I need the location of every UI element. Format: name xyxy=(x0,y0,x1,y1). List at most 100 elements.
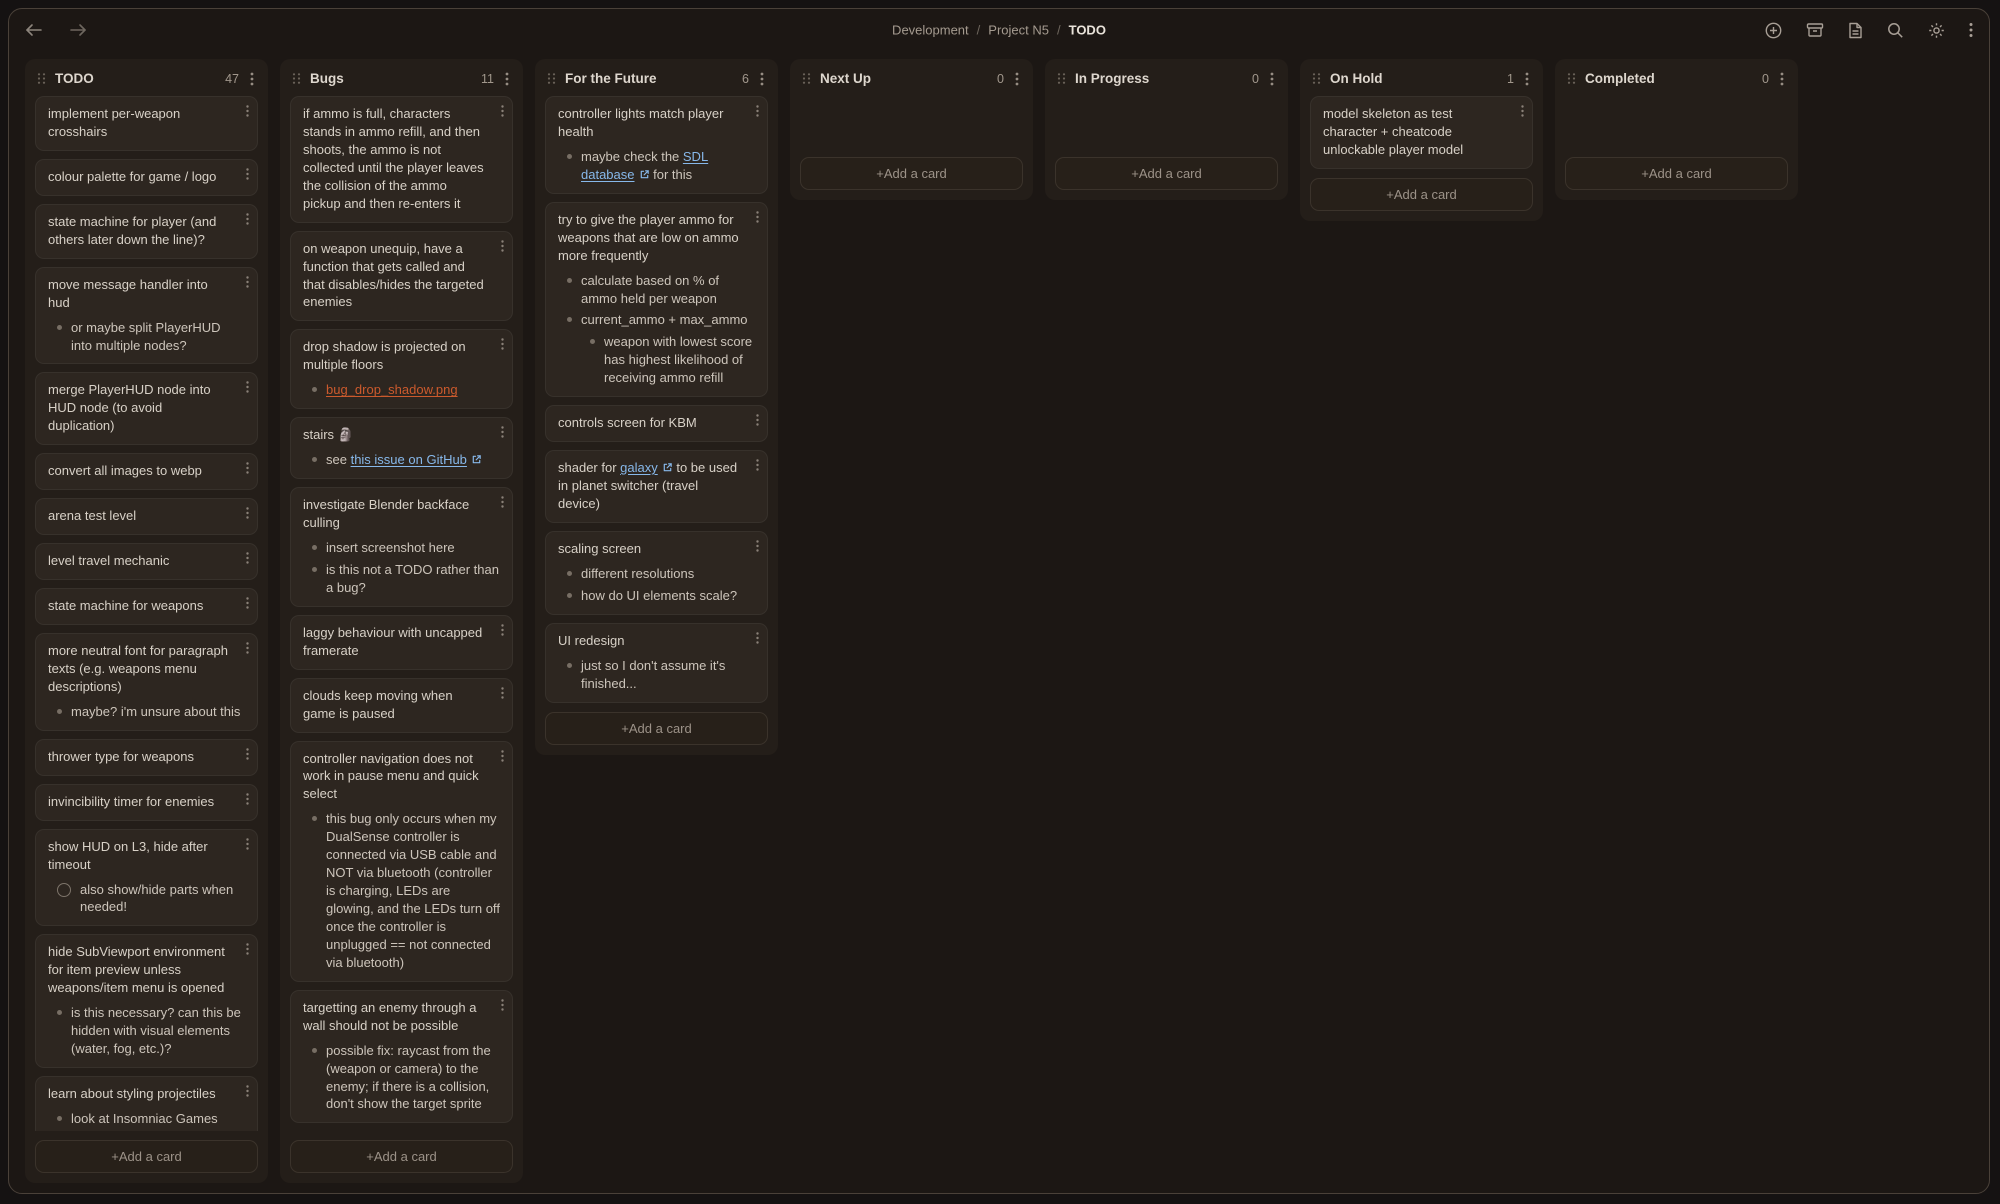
card-menu-kebab-icon[interactable] xyxy=(244,1085,251,1097)
more-options-kebab-icon[interactable] xyxy=(1969,22,1973,38)
card-menu-kebab-icon[interactable] xyxy=(499,426,506,438)
drag-handle-icon[interactable] xyxy=(292,72,301,85)
add-card-button[interactable]: +Add a card xyxy=(1565,157,1788,190)
drag-handle-icon[interactable] xyxy=(802,72,811,85)
add-card-button[interactable]: +Add a card xyxy=(545,712,768,745)
column-menu-kebab-icon[interactable] xyxy=(1013,72,1021,86)
kanban-card[interactable]: stairs 🗿see this issue on GitHub xyxy=(290,417,513,479)
column-menu-kebab-icon[interactable] xyxy=(1523,72,1531,86)
archive-icon[interactable] xyxy=(1806,22,1824,38)
bullet-text: look at Insomniac Games museum, particle… xyxy=(71,1110,245,1131)
breadcrumb-item[interactable]: Development xyxy=(892,23,969,38)
kanban-card[interactable]: state machine for player (and others lat… xyxy=(35,204,258,259)
column-menu-kebab-icon[interactable] xyxy=(1778,72,1786,86)
drag-handle-icon[interactable] xyxy=(37,72,46,85)
kanban-card[interactable]: targetting an enemy through a wall shoul… xyxy=(290,990,513,1124)
kanban-card[interactable]: shader for galaxy to be used in planet s… xyxy=(545,450,768,523)
forward-arrow-icon[interactable] xyxy=(69,23,87,37)
kanban-card[interactable]: more neutral font for paragraph texts (e… xyxy=(35,633,258,731)
text-segment: if ammo is full, characters stands in am… xyxy=(303,106,484,211)
column-menu-kebab-icon[interactable] xyxy=(1268,72,1276,86)
kanban-card[interactable]: colour palette for game / logo xyxy=(35,159,258,196)
card-menu-kebab-icon[interactable] xyxy=(244,462,251,474)
card-menu-kebab-icon[interactable] xyxy=(754,414,761,426)
add-plus-icon[interactable] xyxy=(1765,22,1782,39)
card-menu-kebab-icon[interactable] xyxy=(499,750,506,762)
card-menu-kebab-icon[interactable] xyxy=(244,642,251,654)
settings-gear-icon[interactable] xyxy=(1928,22,1945,39)
breadcrumb-item[interactable]: Project N5 xyxy=(988,23,1049,38)
kanban-card[interactable]: show HUD on L3, hide after timeoutalso s… xyxy=(35,829,258,927)
document-icon[interactable] xyxy=(1848,22,1863,39)
drag-handle-icon[interactable] xyxy=(1312,72,1321,85)
kanban-card[interactable]: clouds keep moving when game is paused xyxy=(290,678,513,733)
kanban-card[interactable]: level travel mechanic xyxy=(35,543,258,580)
kanban-card[interactable]: try to give the player ammo for weapons … xyxy=(545,202,768,397)
kanban-card[interactable]: model skeleton as test character + cheat… xyxy=(1310,96,1533,169)
card-menu-kebab-icon[interactable] xyxy=(244,105,251,117)
bullet-text: insert screenshot here xyxy=(326,539,500,557)
card-menu-kebab-icon[interactable] xyxy=(499,105,506,117)
card-menu-kebab-icon[interactable] xyxy=(754,459,761,471)
card-menu-kebab-icon[interactable] xyxy=(244,276,251,288)
card-menu-kebab-icon[interactable] xyxy=(244,213,251,225)
card-menu-kebab-icon[interactable] xyxy=(244,507,251,519)
card-menu-kebab-icon[interactable] xyxy=(499,338,506,350)
kanban-card[interactable]: drop shadow is projected on multiple flo… xyxy=(290,329,513,409)
card-menu-kebab-icon[interactable] xyxy=(754,105,761,117)
kanban-card[interactable]: hide SubViewport environment for item pr… xyxy=(35,934,258,1068)
column-menu-kebab-icon[interactable] xyxy=(248,72,256,86)
drag-handle-icon[interactable] xyxy=(547,72,556,85)
checkbox-circle-icon[interactable] xyxy=(57,883,71,897)
kanban-card[interactable]: invincibility timer for enemies xyxy=(35,784,258,821)
kanban-card[interactable]: state machine for weapons xyxy=(35,588,258,625)
card-menu-kebab-icon[interactable] xyxy=(244,597,251,609)
card-link[interactable]: galaxy xyxy=(620,460,673,475)
card-menu-kebab-icon[interactable] xyxy=(244,168,251,180)
card-menu-kebab-icon[interactable] xyxy=(1519,105,1526,117)
card-menu-kebab-icon[interactable] xyxy=(499,240,506,252)
card-menu-kebab-icon[interactable] xyxy=(244,748,251,760)
add-card-button[interactable]: +Add a card xyxy=(1310,178,1533,211)
column-menu-kebab-icon[interactable] xyxy=(758,72,766,86)
card-menu-kebab-icon[interactable] xyxy=(499,999,506,1011)
kanban-card[interactable]: learn about styling projectileslook at I… xyxy=(35,1076,258,1131)
kanban-card[interactable]: merge PlayerHUD node into HUD node (to a… xyxy=(35,372,258,445)
kanban-card[interactable]: implement per-weapon crosshairs xyxy=(35,96,258,151)
card-link[interactable]: this issue on GitHub xyxy=(351,452,482,467)
search-icon[interactable] xyxy=(1887,22,1904,39)
add-card-button[interactable]: +Add a card xyxy=(290,1140,513,1173)
card-menu-kebab-icon[interactable] xyxy=(244,793,251,805)
kanban-card[interactable]: laggy behaviour with uncapped framerate xyxy=(290,615,513,670)
card-menu-kebab-icon[interactable] xyxy=(499,624,506,636)
card-menu-kebab-icon[interactable] xyxy=(754,632,761,644)
add-card-button[interactable]: +Add a card xyxy=(800,157,1023,190)
back-arrow-icon[interactable] xyxy=(25,23,43,37)
drag-handle-icon[interactable] xyxy=(1567,72,1576,85)
kanban-card[interactable]: on weapon unequip, have a function that … xyxy=(290,231,513,322)
card-menu-kebab-icon[interactable] xyxy=(244,552,251,564)
kanban-card[interactable]: arena test level xyxy=(35,498,258,535)
kanban-card[interactable]: controller lights match player healthmay… xyxy=(545,96,768,194)
kanban-card[interactable]: if ammo is full, characters stands in am… xyxy=(290,96,513,223)
kanban-card[interactable]: investigate Blender backface cullinginse… xyxy=(290,487,513,607)
card-menu-kebab-icon[interactable] xyxy=(244,943,251,955)
card-menu-kebab-icon[interactable] xyxy=(244,838,251,850)
kanban-card[interactable]: move message handler into hudor maybe sp… xyxy=(35,267,258,365)
drag-handle-icon[interactable] xyxy=(1057,72,1066,85)
card-menu-kebab-icon[interactable] xyxy=(754,211,761,223)
column-menu-kebab-icon[interactable] xyxy=(503,72,511,86)
kanban-card[interactable]: controls screen for KBM xyxy=(545,405,768,442)
kanban-card[interactable]: convert all images to webp xyxy=(35,453,258,490)
add-card-button[interactable]: +Add a card xyxy=(1055,157,1278,190)
kanban-card[interactable]: thrower type for weapons xyxy=(35,739,258,776)
card-link[interactable]: bug_drop_shadow.png xyxy=(326,382,458,397)
kanban-card[interactable]: controller navigation does not work in p… xyxy=(290,741,513,982)
card-menu-kebab-icon[interactable] xyxy=(499,496,506,508)
kanban-card[interactable]: scaling screendifferent resolutionshow d… xyxy=(545,531,768,615)
card-menu-kebab-icon[interactable] xyxy=(244,381,251,393)
card-menu-kebab-icon[interactable] xyxy=(754,540,761,552)
add-card-button[interactable]: +Add a card xyxy=(35,1140,258,1173)
card-menu-kebab-icon[interactable] xyxy=(499,687,506,699)
kanban-card[interactable]: UI redesignjust so I don't assume it's f… xyxy=(545,623,768,703)
